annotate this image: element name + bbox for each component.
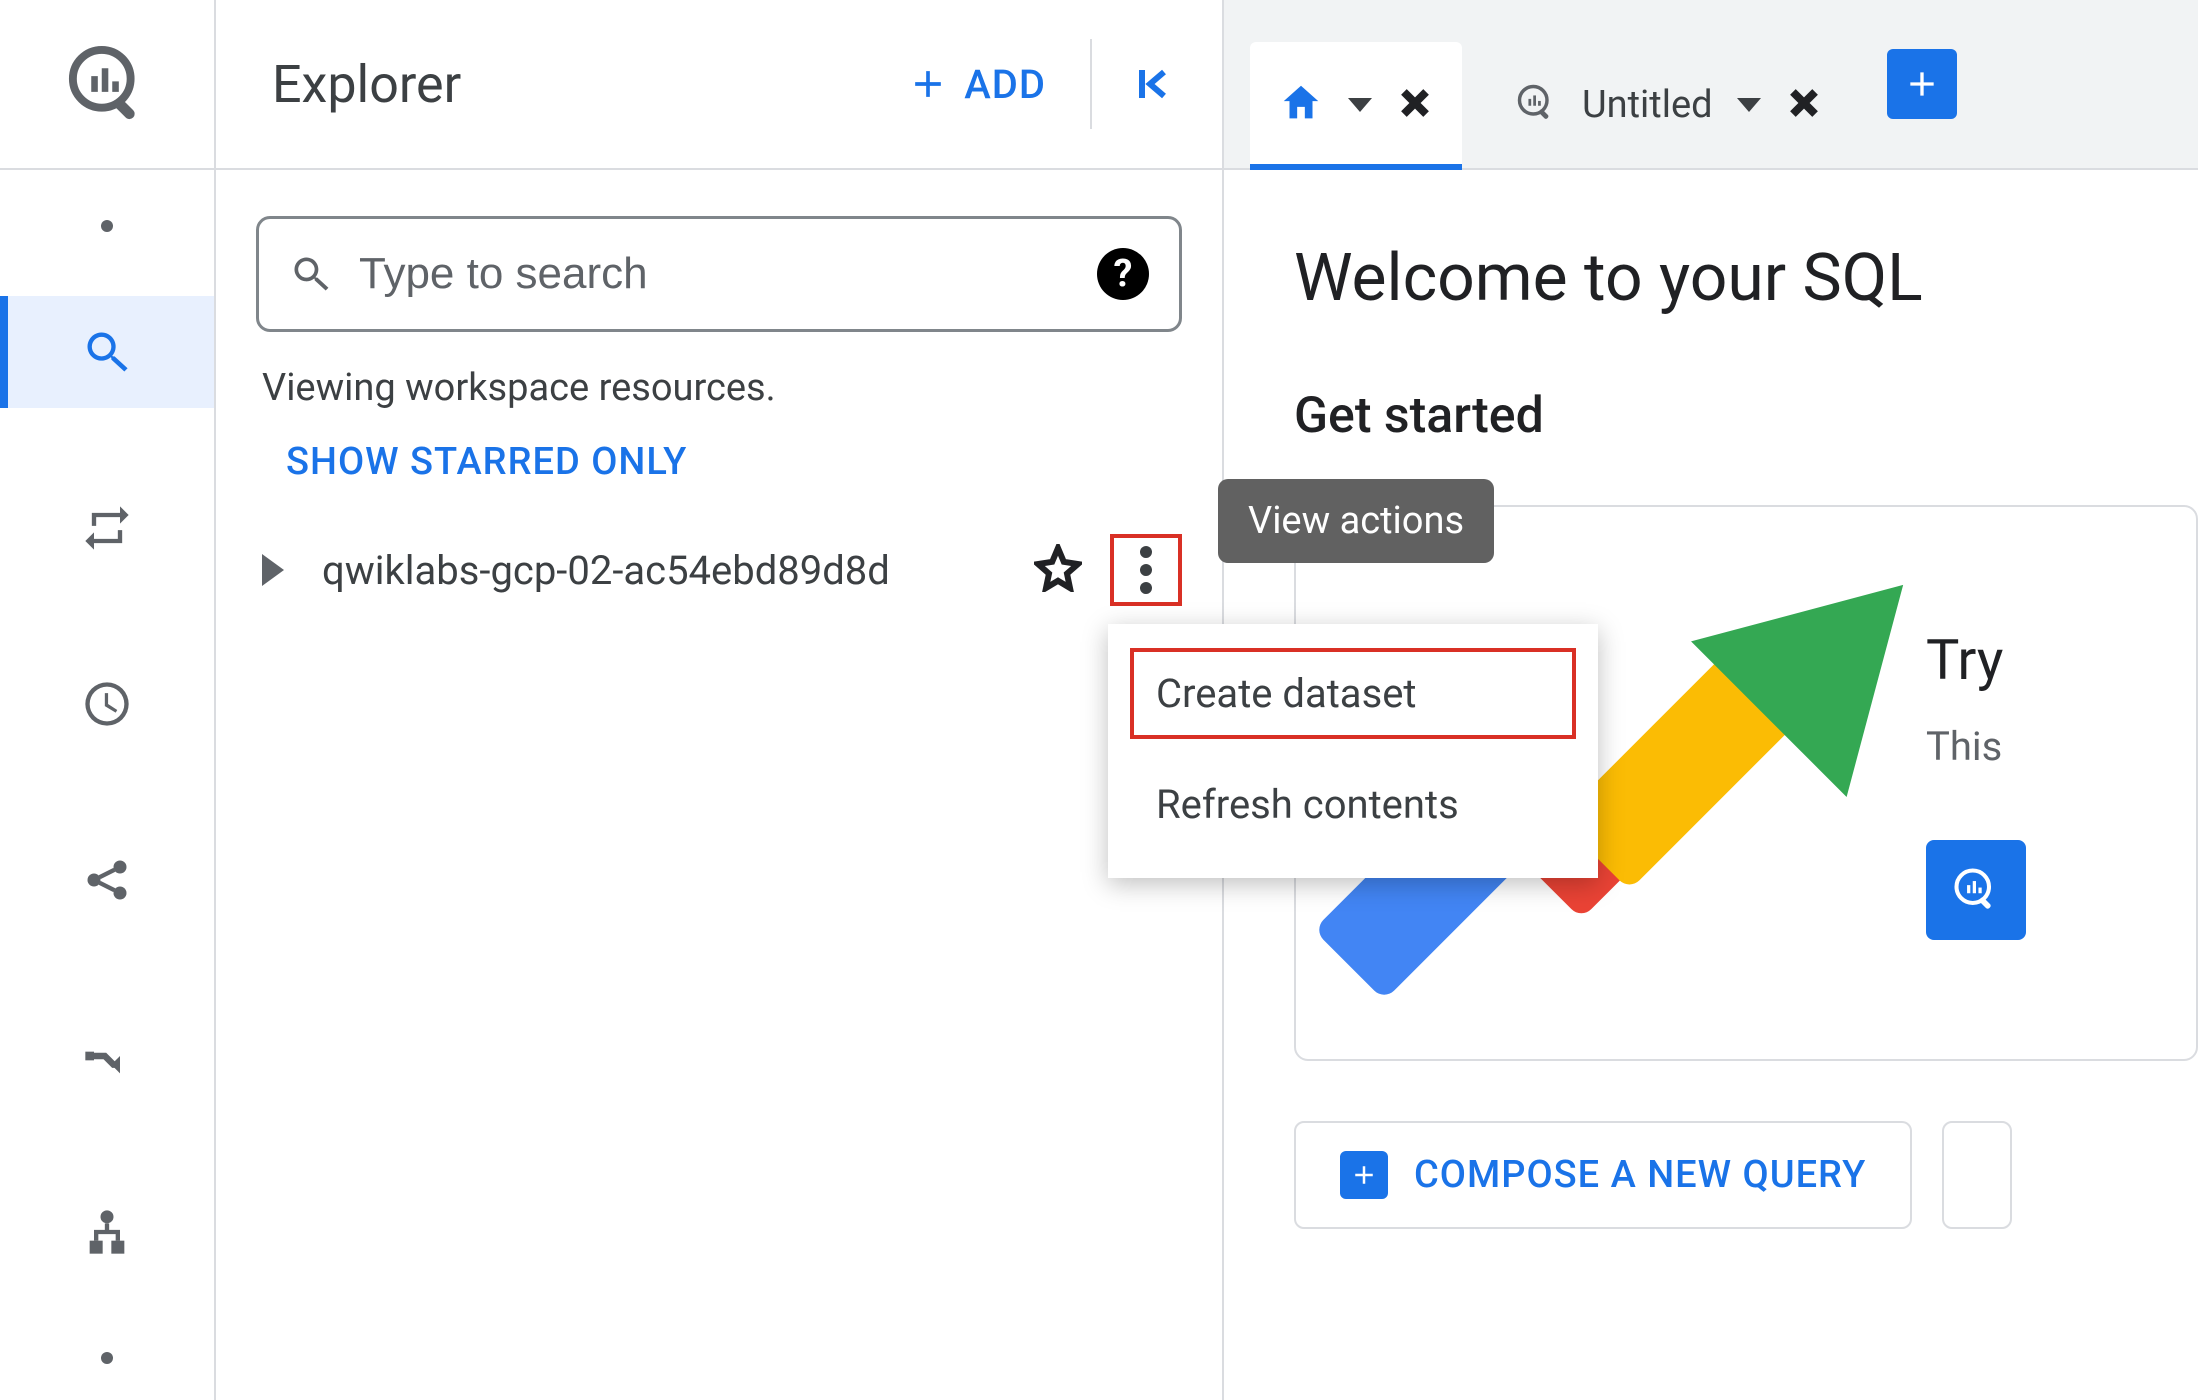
explorer-body: ? Viewing workspace resources. SHOW STAR… [216, 170, 1222, 606]
tab-home-caret-icon[interactable] [1348, 98, 1372, 112]
rail-history[interactable] [0, 648, 214, 760]
bigquery-logo-icon [65, 42, 149, 126]
search-icon [289, 252, 333, 296]
clock-icon [81, 678, 133, 730]
run-query-button[interactable] [1926, 840, 2026, 940]
menu-refresh-contents[interactable]: Refresh contents [1108, 753, 1598, 856]
rail-transfer[interactable] [0, 472, 214, 584]
star-outline-icon [1034, 544, 1082, 592]
compose-row: COMPOSE A NEW QUERY [1294, 1121, 2198, 1229]
rail-search[interactable] [0, 296, 214, 408]
add-button[interactable]: ADD [882, 49, 1070, 120]
kebab-icon [1140, 546, 1152, 594]
get-started-heading: Get started [1294, 387, 2198, 445]
view-actions-button[interactable] [1110, 534, 1182, 606]
viewing-resources-text: Viewing workspace resources. [262, 366, 1182, 410]
try-card-subtitle: This [1926, 723, 2026, 770]
compose-query-button[interactable]: COMPOSE A NEW QUERY [1294, 1121, 1912, 1229]
tree-icon [81, 1206, 133, 1258]
welcome-heading: Welcome to your SQL [1294, 240, 2198, 317]
tab-home[interactable] [1250, 42, 1462, 168]
transfer-icon [81, 502, 133, 554]
plus-icon [1902, 64, 1942, 104]
search-help-icon[interactable]: ? [1097, 248, 1149, 300]
new-tab-button[interactable] [1887, 49, 1957, 119]
collapse-panel-button[interactable] [1112, 60, 1192, 108]
add-button-label: ADD [964, 61, 1046, 108]
home-icon [1278, 80, 1324, 130]
bigquery-run-icon [1950, 864, 2002, 916]
tab-untitled[interactable]: Untitled [1486, 42, 1851, 168]
bigquery-logo [0, 0, 214, 170]
tabstrip: Untitled [1224, 0, 2198, 170]
compose-query-label: COMPOSE A NEW QUERY [1414, 1153, 1866, 1197]
menu-create-dataset[interactable]: Create dataset [1128, 646, 1578, 741]
view-actions-tooltip: View actions [1218, 479, 1494, 563]
header-divider [1090, 39, 1092, 129]
tab-untitled-label: Untitled [1582, 83, 1713, 127]
bigquery-tab-icon [1514, 81, 1558, 129]
explorer-panel: Explorer ADD ? Viewing workspace resourc… [216, 0, 1224, 1400]
tab-untitled-caret-icon[interactable] [1737, 98, 1761, 112]
rail-dot-bottom [101, 1352, 113, 1364]
rail-items [0, 170, 214, 1364]
view-actions-menu: Create dataset Refresh contents [1108, 624, 1598, 878]
share-icon [81, 854, 133, 906]
expand-caret-icon[interactable] [262, 554, 284, 586]
project-name: qwiklabs-gcp-02-ac54ebd89d8d [322, 547, 1034, 594]
rail-share[interactable] [0, 824, 214, 936]
explorer-header: Explorer ADD [216, 0, 1222, 170]
search-icon [81, 326, 133, 378]
search-box[interactable]: ? [256, 216, 1182, 332]
star-button[interactable] [1034, 544, 1082, 596]
plus-icon [906, 62, 950, 106]
plus-badge-icon [1340, 1151, 1388, 1199]
left-icon-rail [0, 0, 216, 1400]
rail-lineage[interactable] [0, 1176, 214, 1288]
search-input[interactable] [359, 249, 1071, 299]
tab-untitled-close-button[interactable] [1785, 84, 1823, 126]
rail-dot-top [101, 220, 113, 232]
rail-pipelines[interactable] [0, 1000, 214, 1112]
project-row[interactable]: qwiklabs-gcp-02-ac54ebd89d8d [256, 534, 1182, 606]
explorer-title: Explorer [272, 54, 862, 115]
pipeline-icon [81, 1030, 133, 1082]
show-starred-button[interactable]: SHOW STARRED ONLY [286, 440, 1182, 484]
secondary-action-button[interactable] [1942, 1121, 2012, 1229]
tab-home-close-button[interactable] [1396, 84, 1434, 126]
collapse-left-icon [1128, 60, 1176, 108]
